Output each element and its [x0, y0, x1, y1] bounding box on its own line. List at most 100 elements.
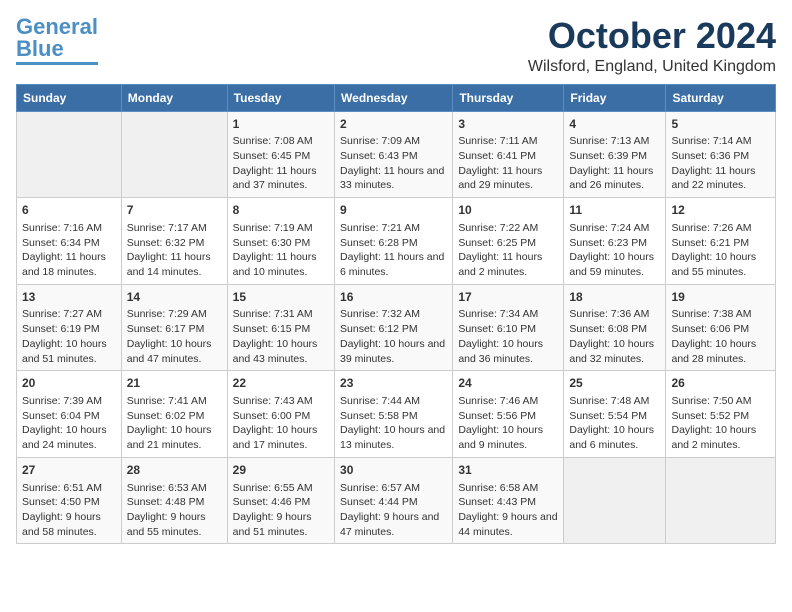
day-info: Sunrise: 7:26 AMSunset: 6:21 PMDaylight:…	[671, 222, 756, 278]
title-area: October 2024 Wilsford, England, United K…	[528, 16, 776, 76]
calendar-cell: 10 Sunrise: 7:22 AMSunset: 6:25 PMDayligh…	[453, 198, 564, 285]
day-number: 17	[458, 289, 558, 306]
day-number: 7	[127, 202, 222, 219]
day-number: 14	[127, 289, 222, 306]
calendar-cell: 16Sunrise: 7:32 AMSunset: 6:12 PMDayligh…	[335, 284, 453, 371]
day-info: Sunrise: 7:13 AMSunset: 6:39 PMDaylight:…	[569, 135, 653, 191]
calendar-cell: 30Sunrise: 6:57 AMSunset: 4:44 PMDayligh…	[335, 457, 453, 544]
day-info: Sunrise: 7:29 AMSunset: 6:17 PMDaylight:…	[127, 308, 212, 364]
day-info: Sunrise: 7:22 AMSunset: 6:25 PMDaylight:…	[458, 222, 542, 278]
weekday-header: Friday	[564, 84, 666, 111]
calendar-cell: 8 Sunrise: 7:19 AMSunset: 6:30 PMDaylight…	[227, 198, 334, 285]
calendar-cell: 1 Sunrise: 7:08 AMSunset: 6:45 PMDaylight…	[227, 111, 334, 198]
day-number: 15	[233, 289, 329, 306]
calendar-cell: 14 Sunrise: 7:29 AMSunset: 6:17 PMDayligh…	[121, 284, 227, 371]
day-number: 25	[569, 375, 660, 392]
page-header: General Blue October 2024 Wilsford, Engl…	[16, 16, 776, 76]
day-info: Sunrise: 7:43 AMSunset: 6:00 PMDaylight:…	[233, 395, 318, 451]
calendar-cell: 11 Sunrise: 7:24 AMSunset: 6:23 PMDayligh…	[564, 198, 666, 285]
day-info: Sunrise: 6:58 AMSunset: 4:43 PMDaylight:…	[458, 482, 557, 538]
calendar-cell: 23 Sunrise: 7:44 AMSunset: 5:58 PMDayligh…	[335, 371, 453, 458]
day-number: 12	[671, 202, 770, 219]
day-info: Sunrise: 7:39 AMSunset: 6:04 PMDaylight:…	[22, 395, 107, 451]
weekday-header: Tuesday	[227, 84, 334, 111]
day-info: Sunrise: 7:41 AMSunset: 6:02 PMDaylight:…	[127, 395, 212, 451]
day-number: 22	[233, 375, 329, 392]
day-number: 1	[233, 116, 329, 133]
logo-blue: Blue	[16, 36, 64, 61]
calendar-cell: 5 Sunrise: 7:14 AMSunset: 6:36 PMDaylight…	[666, 111, 776, 198]
day-number: 31	[458, 462, 558, 479]
calendar-cell: 19Sunrise: 7:38 AMSunset: 6:06 PMDayligh…	[666, 284, 776, 371]
calendar-week-row: 1 Sunrise: 7:08 AMSunset: 6:45 PMDaylight…	[17, 111, 776, 198]
calendar-cell: 6Sunrise: 7:16 AMSunset: 6:34 PMDaylight…	[17, 198, 122, 285]
calendar-week-row: 20 Sunrise: 7:39 AMSunset: 6:04 PMDayligh…	[17, 371, 776, 458]
day-number: 18	[569, 289, 660, 306]
location: Wilsford, England, United Kingdom	[528, 58, 776, 76]
day-info: Sunrise: 6:53 AMSunset: 4:48 PMDaylight:…	[127, 482, 207, 538]
day-info: Sunrise: 7:50 AMSunset: 5:52 PMDaylight:…	[671, 395, 756, 451]
day-number: 11	[569, 202, 660, 219]
day-info: Sunrise: 7:21 AMSunset: 6:28 PMDaylight:…	[340, 222, 444, 278]
day-info: Sunrise: 7:19 AMSunset: 6:30 PMDaylight:…	[233, 222, 317, 278]
calendar-header: SundayMondayTuesdayWednesdayThursdayFrid…	[17, 84, 776, 111]
day-info: Sunrise: 7:17 AMSunset: 6:32 PMDaylight:…	[127, 222, 211, 278]
day-number: 21	[127, 375, 222, 392]
weekday-header: Thursday	[453, 84, 564, 111]
calendar-cell: 25 Sunrise: 7:48 AMSunset: 5:54 PMDayligh…	[564, 371, 666, 458]
day-info: Sunrise: 7:46 AMSunset: 5:56 PMDaylight:…	[458, 395, 543, 451]
logo-underline	[16, 62, 98, 65]
day-info: Sunrise: 6:55 AMSunset: 4:46 PMDaylight:…	[233, 482, 313, 538]
calendar-cell: 27 Sunrise: 6:51 AMSunset: 4:50 PMDayligh…	[17, 457, 122, 544]
calendar-table: SundayMondayTuesdayWednesdayThursdayFrid…	[16, 84, 776, 545]
day-number: 10	[458, 202, 558, 219]
calendar-cell	[121, 111, 227, 198]
day-number: 27	[22, 462, 116, 479]
day-info: Sunrise: 7:14 AMSunset: 6:36 PMDaylight:…	[671, 135, 755, 191]
calendar-cell: 13Sunrise: 7:27 AMSunset: 6:19 PMDayligh…	[17, 284, 122, 371]
calendar-cell: 29Sunrise: 6:55 AMSunset: 4:46 PMDayligh…	[227, 457, 334, 544]
calendar-cell: 3Sunrise: 7:11 AMSunset: 6:41 PMDaylight…	[453, 111, 564, 198]
day-info: Sunrise: 7:34 AMSunset: 6:10 PMDaylight:…	[458, 308, 543, 364]
calendar-cell	[564, 457, 666, 544]
calendar-body: 1 Sunrise: 7:08 AMSunset: 6:45 PMDaylight…	[17, 111, 776, 544]
calendar-week-row: 13Sunrise: 7:27 AMSunset: 6:19 PMDayligh…	[17, 284, 776, 371]
day-info: Sunrise: 6:51 AMSunset: 4:50 PMDaylight:…	[22, 482, 102, 538]
day-number: 20	[22, 375, 116, 392]
calendar-cell: 17 Sunrise: 7:34 AMSunset: 6:10 PMDayligh…	[453, 284, 564, 371]
day-info: Sunrise: 7:32 AMSunset: 6:12 PMDaylight:…	[340, 308, 445, 364]
weekday-header: Wednesday	[335, 84, 453, 111]
calendar-cell: 31 Sunrise: 6:58 AMSunset: 4:43 PMDayligh…	[453, 457, 564, 544]
logo: General Blue	[16, 16, 98, 65]
day-info: Sunrise: 7:16 AMSunset: 6:34 PMDaylight:…	[22, 222, 106, 278]
calendar-cell: 24 Sunrise: 7:46 AMSunset: 5:56 PMDayligh…	[453, 371, 564, 458]
calendar-cell	[666, 457, 776, 544]
day-number: 4	[569, 116, 660, 133]
calendar-cell	[17, 111, 122, 198]
day-info: Sunrise: 7:48 AMSunset: 5:54 PMDaylight:…	[569, 395, 654, 451]
day-number: 8	[233, 202, 329, 219]
day-info: Sunrise: 7:09 AMSunset: 6:43 PMDaylight:…	[340, 135, 444, 191]
logo-text: General Blue	[16, 16, 98, 60]
day-number: 19	[671, 289, 770, 306]
day-info: Sunrise: 7:44 AMSunset: 5:58 PMDaylight:…	[340, 395, 445, 451]
calendar-week-row: 27 Sunrise: 6:51 AMSunset: 4:50 PMDayligh…	[17, 457, 776, 544]
day-info: Sunrise: 7:31 AMSunset: 6:15 PMDaylight:…	[233, 308, 318, 364]
weekday-row: SundayMondayTuesdayWednesdayThursdayFrid…	[17, 84, 776, 111]
month-title: October 2024	[528, 16, 776, 56]
calendar-cell: 7 Sunrise: 7:17 AMSunset: 6:32 PMDaylight…	[121, 198, 227, 285]
weekday-header: Monday	[121, 84, 227, 111]
day-info: Sunrise: 7:08 AMSunset: 6:45 PMDaylight:…	[233, 135, 317, 191]
day-number: 24	[458, 375, 558, 392]
day-info: Sunrise: 7:36 AMSunset: 6:08 PMDaylight:…	[569, 308, 654, 364]
day-number: 13	[22, 289, 116, 306]
day-number: 2	[340, 116, 447, 133]
calendar-cell: 18 Sunrise: 7:36 AMSunset: 6:08 PMDayligh…	[564, 284, 666, 371]
day-number: 5	[671, 116, 770, 133]
day-info: Sunrise: 7:24 AMSunset: 6:23 PMDaylight:…	[569, 222, 654, 278]
weekday-header: Sunday	[17, 84, 122, 111]
day-number: 23	[340, 375, 447, 392]
calendar-cell: 12 Sunrise: 7:26 AMSunset: 6:21 PMDayligh…	[666, 198, 776, 285]
day-number: 3	[458, 116, 558, 133]
calendar-cell: 15 Sunrise: 7:31 AMSunset: 6:15 PMDayligh…	[227, 284, 334, 371]
